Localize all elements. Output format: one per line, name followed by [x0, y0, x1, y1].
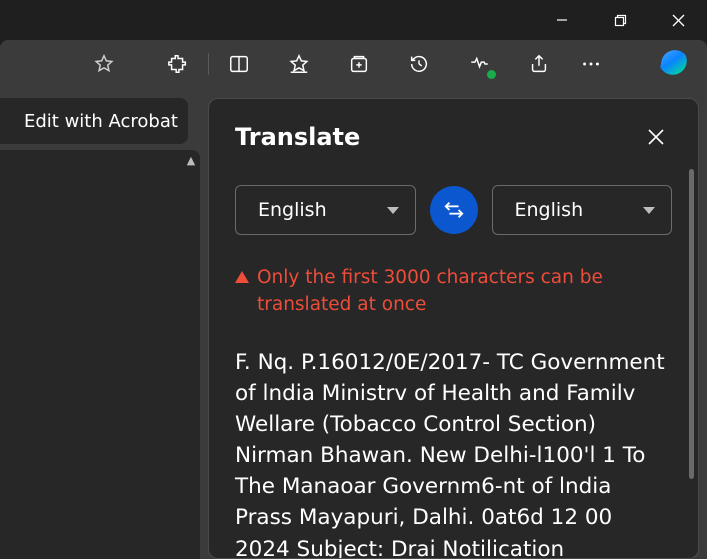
- source-language-select[interactable]: English: [235, 185, 416, 235]
- swap-languages-button[interactable]: [430, 186, 478, 234]
- panel-close-button[interactable]: [640, 121, 672, 153]
- left-pane: Edit with Acrobat ▲: [0, 88, 200, 559]
- browser-essentials-button[interactable]: [457, 44, 501, 84]
- edit-with-acrobat-button[interactable]: Edit with Acrobat: [0, 98, 188, 144]
- target-language-label: English: [515, 199, 584, 221]
- window-restore-button[interactable]: [591, 0, 649, 40]
- split-screen-button[interactable]: [217, 44, 261, 84]
- warning-icon: [235, 271, 249, 283]
- edit-with-acrobat-label: Edit with Acrobat: [24, 111, 178, 132]
- collections-button[interactable]: [337, 44, 381, 84]
- status-dot-icon: [487, 70, 496, 79]
- favorite-star-button[interactable]: [82, 44, 126, 84]
- warning-message: Only the first 3000 characters can be tr…: [209, 245, 698, 325]
- toolbar-divider: [208, 53, 209, 75]
- scroll-up-icon[interactable]: ▲: [184, 154, 198, 168]
- share-button[interactable]: [517, 44, 561, 84]
- more-options-button[interactable]: [569, 44, 613, 84]
- panel-scrollbar[interactable]: [689, 169, 694, 479]
- target-language-select[interactable]: English: [492, 185, 673, 235]
- copilot-icon: [659, 48, 691, 80]
- copilot-button[interactable]: [653, 44, 697, 84]
- chevron-down-icon: [387, 207, 399, 214]
- window-titlebar: [0, 0, 707, 40]
- pdf-viewer-area[interactable]: ▲: [0, 150, 200, 559]
- window-minimize-button[interactable]: [533, 0, 591, 40]
- history-button[interactable]: [397, 44, 441, 84]
- panel-title: Translate: [235, 123, 360, 151]
- source-language-label: English: [258, 199, 327, 221]
- chevron-down-icon: [643, 207, 655, 214]
- translate-panel: Translate English English: [208, 98, 699, 559]
- extensions-button[interactable]: [156, 44, 200, 84]
- window-close-button[interactable]: [649, 0, 707, 40]
- browser-toolbar: [0, 40, 707, 88]
- favorites-button[interactable]: [277, 44, 321, 84]
- translation-source-text: F. Nq. P.16012/0E/2017- TC Government of…: [209, 325, 698, 559]
- warning-text: Only the first 3000 characters can be tr…: [257, 265, 672, 319]
